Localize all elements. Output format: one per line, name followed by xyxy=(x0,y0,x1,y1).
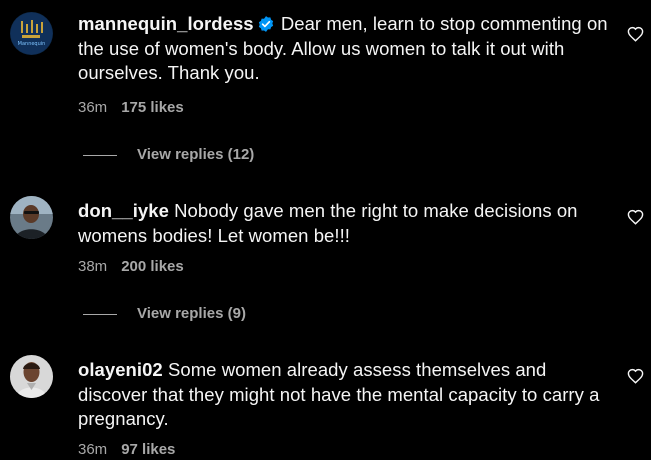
replies-divider xyxy=(83,313,117,315)
timestamp: 38m xyxy=(78,258,108,275)
comment-text: mannequin_lordess Dear men, learn to sto… xyxy=(78,12,608,86)
heart-outline-icon[interactable] xyxy=(627,26,644,42)
view-replies-label: View replies (9) xyxy=(137,305,246,322)
heart-outline-icon[interactable] xyxy=(627,209,644,225)
comment-text: olayeni02 Some women already assess them… xyxy=(78,358,608,432)
username[interactable]: don__iyke xyxy=(78,200,169,221)
likes-count[interactable]: 97 likes xyxy=(121,441,175,458)
username[interactable]: olayeni02 xyxy=(78,359,163,380)
verified-badge-icon xyxy=(258,16,273,32)
avatar[interactable] xyxy=(10,355,53,398)
view-replies-button[interactable]: View replies (9) xyxy=(83,305,246,322)
likes-count[interactable]: 200 likes xyxy=(121,258,184,275)
timestamp: 36m xyxy=(78,99,108,116)
view-replies-button[interactable]: View replies (12) xyxy=(83,146,254,163)
timestamp: 36m xyxy=(78,441,108,458)
replies-divider xyxy=(83,154,117,156)
user-photo xyxy=(10,196,53,239)
likes-count[interactable]: 175 likes xyxy=(121,99,184,116)
comment-text: don__iyke Nobody gave men the right to m… xyxy=(78,199,608,248)
view-replies-label: View replies (12) xyxy=(137,146,255,163)
username[interactable]: mannequin_lordess xyxy=(78,13,254,34)
comment-meta: 38m 200 likes xyxy=(78,258,184,275)
heart-outline-icon[interactable] xyxy=(627,368,644,384)
avatar[interactable]: Mannequin xyxy=(10,12,53,55)
svg-text:Mannequin: Mannequin xyxy=(18,41,46,47)
comment-meta: 36m 175 likes xyxy=(78,99,184,116)
comment-meta: 36m 97 likes xyxy=(78,441,175,458)
user-photo xyxy=(10,355,53,398)
avatar[interactable] xyxy=(10,196,53,239)
mannequin-brand-logo: Mannequin xyxy=(10,12,53,55)
